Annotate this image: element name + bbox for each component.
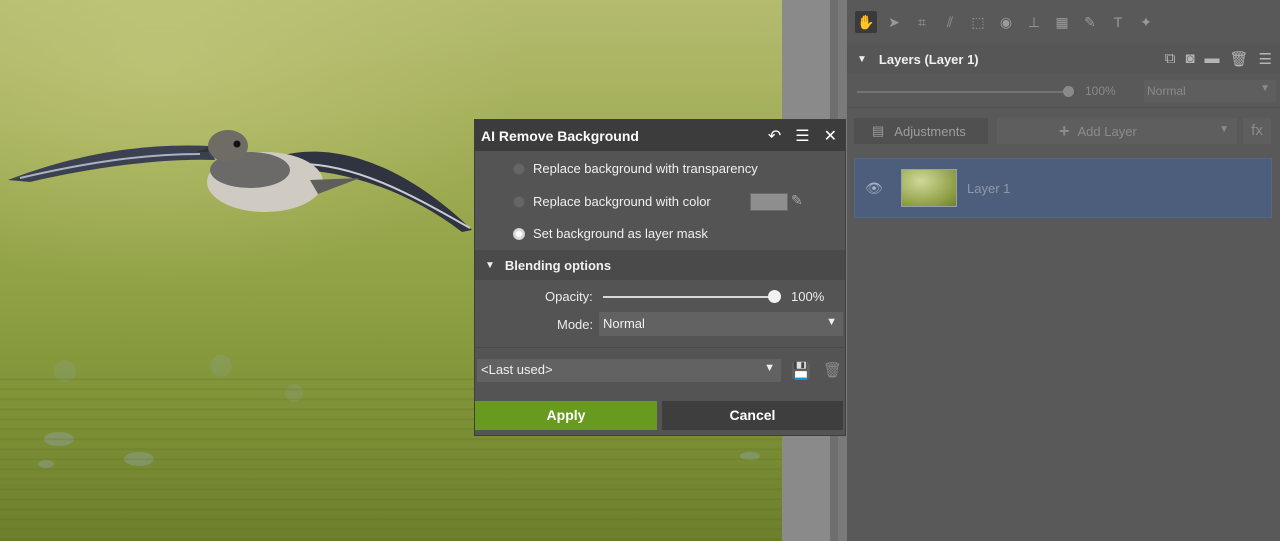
dialog-title-bar[interactable]: AI Remove Background ↶ ☰ ✕ [475,120,845,151]
layer-name: Layer 1 [967,180,1011,196]
blending-options-title: Blending options [504,257,612,273]
eye-icon[interactable]: 👁 [859,180,889,197]
chevron-down-icon: ▼ [764,362,775,374]
layer-opacity-slider[interactable] [857,91,1069,93]
layer-mode-select[interactable]: Normal ▼ [1144,80,1276,102]
option-label: Replace background with color [533,194,711,209]
collapse-triangle-icon[interactable]: ▼ [485,260,495,271]
layer-row[interactable]: 👁 Layer 1 [854,158,1272,218]
delete-preset-icon[interactable]: 🗑 [823,361,842,379]
option-layer-mask[interactable]: Set background as layer mask [513,226,708,241]
grid-icon[interactable]: ▦ [1051,11,1073,33]
opacity-value: 100% [791,289,825,304]
opacity-label: Opacity: [545,289,593,304]
adjustments-label: Adjustments [894,123,966,139]
option-transparency[interactable]: Replace background with transparency [513,161,758,176]
menu-icon[interactable]: ☰ [795,126,809,146]
option-label: Set background as layer mask [533,226,708,241]
fx-button[interactable]: fx [1243,118,1271,144]
layers-header[interactable]: ▼ Layers (Layer 1) ⧉ ◙ ▬ 🗑 ☰ [847,44,1280,74]
crop-icon[interactable]: ⌗ [911,11,933,33]
layer-mode-value: Normal [1147,84,1186,98]
undo-icon[interactable]: ↶ [768,126,781,146]
save-preset-icon[interactable]: 💾 [791,361,811,381]
blending-options-header[interactable]: ▼ Blending options [475,250,845,280]
stamp-icon[interactable]: ⊥ [1023,11,1045,33]
layer-controls: 100% Normal ▼ [847,74,1280,108]
collapse-triangle-icon[interactable]: ▼ [857,54,867,65]
color-swatch[interactable] [750,193,788,211]
opacity-slider[interactable] [603,296,775,298]
radio-button[interactable] [513,162,525,175]
close-icon[interactable]: ✕ [824,126,837,146]
pointer-icon[interactable]: ➤ [883,11,905,33]
transform-icon[interactable]: ⬚ [967,11,989,33]
cancel-button[interactable]: Cancel [662,401,843,430]
option-label: Replace background with transparency [533,161,758,176]
dialog-title: AI Remove Background [481,127,639,144]
redeye-icon[interactable]: ◉ [995,11,1017,33]
duplicate-layer-icon[interactable]: ⧉ [1165,50,1176,68]
chevron-down-icon: ▼ [1260,83,1270,94]
add-layer-button[interactable]: + Add Layer ▼ [997,118,1237,144]
opacity-slider-knob[interactable] [768,290,781,303]
mask-icon[interactable]: ◙ [1185,50,1194,68]
effects-icon[interactable]: ✦ [1135,11,1157,33]
mode-label: Mode: [557,317,594,332]
option-color[interactable]: Replace background with color [513,194,711,209]
brush-icon[interactable]: ✎ [1079,11,1101,33]
layer-opacity-value: 100% [1085,84,1116,98]
mode-select[interactable]: Normal ▼ [599,312,843,336]
bird-image [8,130,472,232]
adjustments-button[interactable]: ▤ Adjustments [854,118,988,144]
folder-icon[interactable]: ▬ [1205,50,1220,68]
perspective-icon[interactable]: ⫽ [939,11,961,33]
layers-title: Layers (Layer 1) [878,51,979,67]
layer-buttons: ▤ Adjustments + Add Layer ▼ fx [847,108,1280,154]
radio-button-selected[interactable] [513,227,525,240]
preset-select[interactable]: <Last used> ▼ [477,359,781,382]
tools-toolbar: ✋ ➤ ⌗ ⫽ ⬚ ◉ ⊥ ▦ ✎ T ✦ [847,0,1280,44]
add-layer-label: Add Layer [1077,123,1137,139]
menu-icon[interactable]: ☰ [1259,50,1272,68]
right-panel: ✋ ➤ ⌗ ⫽ ⬚ ◉ ⊥ ▦ ✎ T ✦ ▼ Layers (Layer 1)… [847,0,1280,541]
apply-button[interactable]: Apply [475,401,657,430]
delete-layer-icon[interactable]: 🗑 [1230,50,1249,68]
eyedropper-icon[interactable]: ✎ [791,192,803,209]
layer-opacity-knob[interactable] [1063,86,1074,97]
chevron-down-icon: ▼ [826,316,837,328]
chevron-down-icon[interactable]: ▼ [1219,124,1229,135]
text-icon[interactable]: T [1107,11,1129,33]
radio-button[interactable] [513,195,525,208]
mode-value: Normal [603,316,645,331]
preset-value: <Last used> [481,362,553,377]
divider [475,347,845,348]
plus-icon: + [1059,120,1070,141]
ai-remove-background-dialog: AI Remove Background ↶ ☰ ✕ Replace backg… [474,119,846,436]
adjustments-icon: ▤ [872,123,885,138]
layer-thumbnail [901,169,957,207]
hand-icon[interactable]: ✋ [855,11,877,33]
